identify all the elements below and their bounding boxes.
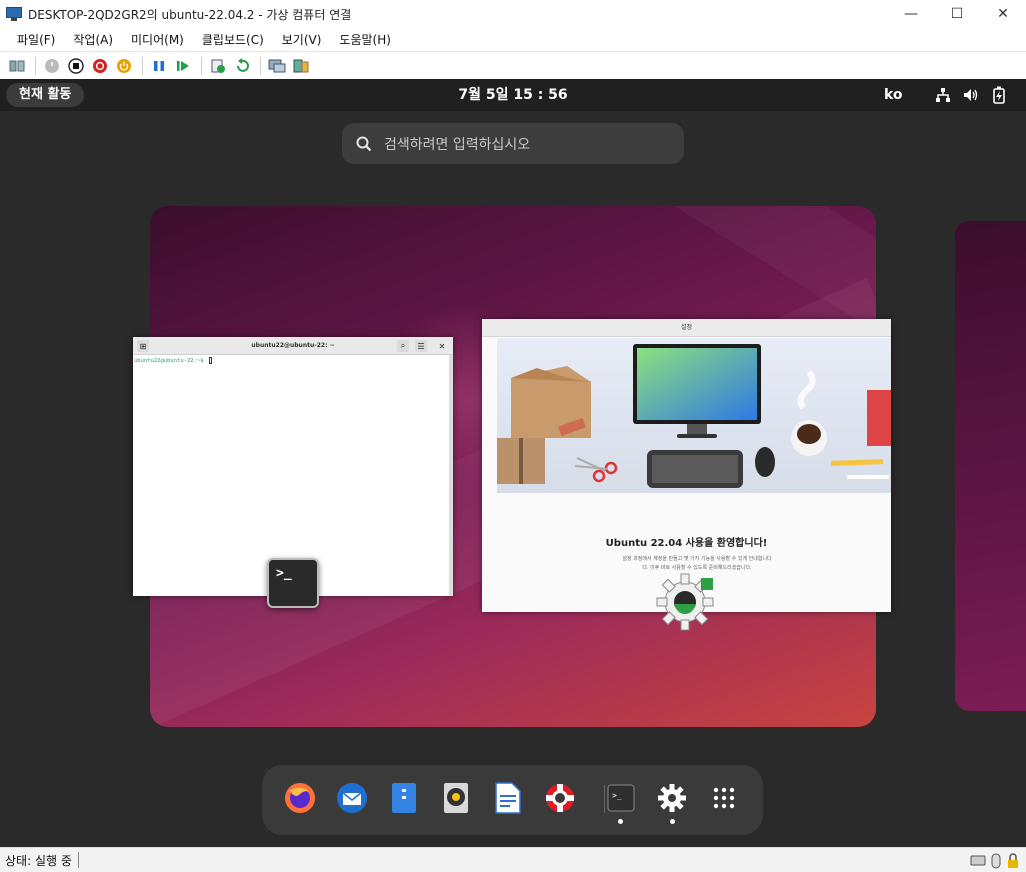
enhanced-session-icon[interactable] [266, 55, 288, 77]
lock-icon [1008, 853, 1018, 868]
checkpoint-icon[interactable] [207, 55, 229, 77]
menu-bar: 파일(F) 작업(A) 미디어(M) 클립보드(C) 보기(V) 도움말(H) [0, 28, 1026, 50]
save-icon[interactable] [113, 55, 135, 77]
overview-search-input[interactable]: 검색하려면 입력하십시오 [342, 123, 684, 164]
mouse-icon [991, 853, 1001, 869]
pause-icon[interactable] [148, 55, 170, 77]
maximize-button[interactable]: ☐ [934, 0, 980, 28]
resume-icon[interactable] [172, 55, 194, 77]
libreoffice-writer-icon[interactable] [491, 781, 525, 815]
close-icon: ✕ [438, 341, 446, 351]
menu-action[interactable]: 작업(A) [64, 31, 122, 48]
search-icon: ⌕ [397, 340, 409, 352]
help-icon[interactable] [543, 781, 577, 815]
thunderbird-icon[interactable] [335, 781, 369, 815]
welcome-illustration [497, 338, 891, 493]
toolbar-separator [35, 56, 36, 75]
search-placeholder: 검색하려면 입력하십시오 [384, 136, 531, 153]
terminal-icon[interactable]: >_ [604, 781, 638, 815]
toolbar [0, 51, 1026, 79]
show-applications-icon[interactable] [707, 781, 741, 815]
ctrl-alt-del-icon[interactable] [6, 55, 28, 77]
start-icon[interactable] [41, 55, 63, 77]
terminal-app-icon: >_ [267, 558, 319, 608]
terminal-prompt: ubuntu22@ubuntu-22:~$ [134, 357, 212, 364]
close-button[interactable]: ✕ [980, 0, 1026, 28]
hamburger-menu-icon: ☰ [415, 340, 427, 352]
hyperv-window: DESKTOP-2QD2GR2의 ubuntu-22.04.2 - 가상 컴퓨터… [0, 0, 1026, 872]
minimize-button[interactable]: — [888, 0, 934, 28]
welcome-heading: Ubuntu 22.04 사용을 환영합니다! [605, 538, 768, 549]
running-indicator [670, 819, 675, 824]
files-icon[interactable] [387, 781, 421, 815]
firefox-icon[interactable] [283, 781, 317, 815]
terminal-cursor [208, 357, 212, 364]
shutdown-icon[interactable] [89, 55, 111, 77]
revert-icon[interactable] [231, 55, 253, 77]
dash-dock: >_ [262, 765, 763, 835]
network-icon[interactable] [934, 86, 952, 104]
battery-icon[interactable] [990, 86, 1008, 104]
terminal-header-bar: ⊞ ubuntu22@ubuntu-22: ~ ⌕ ☰ ✕ [133, 337, 453, 355]
vm-screen[interactable]: 현재 활동 7월 5일 15 : 56 ko 검색하려면 입력하십시오 ⊞ ub… [0, 79, 1026, 847]
menu-view[interactable]: 보기(V) [273, 31, 331, 48]
search-icon [356, 136, 372, 151]
terminal-scrollbar [449, 355, 453, 596]
menu-clipboard[interactable]: 클립보드(C) [193, 31, 273, 48]
welcome-window-preview[interactable]: 설정 Ubuntu 22.04 사용을 환영합니다! 설정 과정에서 계정을 만… [482, 319, 891, 612]
welcome-body-text: 설정 과정에서 계정을 만들고 몇 가지 기능을 사용할 수 있게 안내합니다 … [622, 556, 772, 571]
input-language-indicator[interactable]: ko [884, 79, 903, 111]
keyboard-icon [970, 855, 986, 866]
toolbar-separator [142, 56, 143, 75]
clock[interactable]: 7월 5일 15 : 56 [0, 79, 1026, 111]
menu-media[interactable]: 미디어(M) [122, 31, 193, 48]
menu-help[interactable]: 도움말(H) [330, 31, 400, 48]
status-icons [970, 853, 1020, 869]
toolbar-separator [260, 56, 261, 75]
volume-icon[interactable] [962, 86, 980, 104]
status-bar: 상태: 실행 중 [0, 847, 1026, 872]
gnome-top-bar: 현재 활동 7월 5일 15 : 56 ko [0, 79, 1026, 111]
toolbar-separator [201, 56, 202, 75]
status-separator [77, 852, 79, 868]
vm-connection-icon [6, 7, 22, 21]
workspace-thumbnail-next[interactable] [955, 221, 1026, 711]
vm-status-text: 상태: 실행 중 [5, 853, 72, 868]
rhythmbox-icon[interactable] [439, 781, 473, 815]
share-icon[interactable] [290, 55, 312, 77]
running-indicator [618, 819, 623, 824]
settings-icon[interactable] [655, 781, 689, 815]
window-title: DESKTOP-2QD2GR2의 ubuntu-22.04.2 - 가상 컴퓨터… [28, 7, 352, 22]
svg-text:>_: >_ [612, 791, 622, 800]
welcome-window-title: 설정 [482, 319, 891, 337]
menu-file[interactable]: 파일(F) [8, 31, 64, 48]
window-controls: — ☐ ✕ [888, 0, 1026, 28]
title-bar: DESKTOP-2QD2GR2의 ubuntu-22.04.2 - 가상 컴퓨터… [0, 0, 1026, 28]
turn-off-icon[interactable] [65, 55, 87, 77]
settings-app-icon [655, 572, 717, 632]
